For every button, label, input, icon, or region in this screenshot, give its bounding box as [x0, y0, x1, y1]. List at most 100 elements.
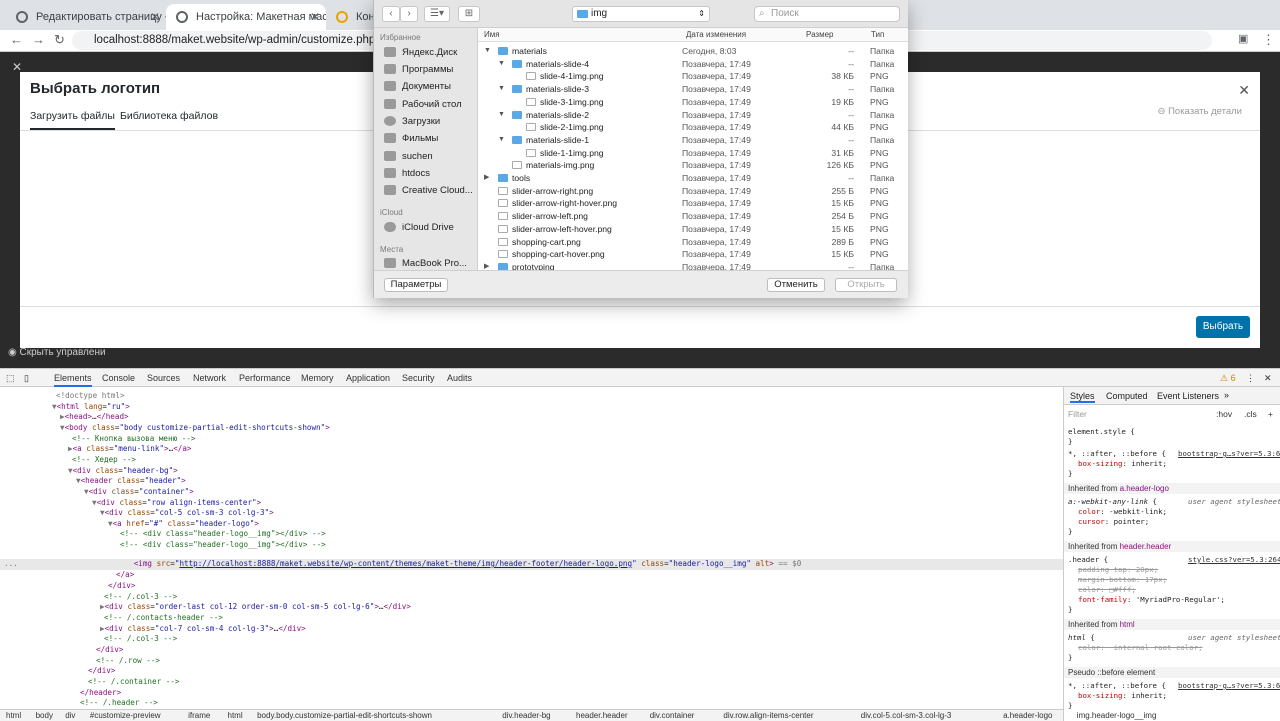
breadcrumb-item[interactable]: html	[228, 711, 243, 720]
breadcrumb-item[interactable]: #customize-preview	[90, 711, 161, 720]
sidebar-item-applications[interactable]: Программы	[384, 64, 453, 75]
file-row[interactable]: slide-2-1img.png Позавчера, 17:49 44 КБ PNG	[478, 121, 908, 134]
file-row[interactable]: shopping-cart-hover.png Позавчера, 17:49 1…	[478, 248, 908, 261]
sidebar-item-downloads[interactable]: Загрузки	[384, 116, 440, 127]
search-input[interactable]: ⌕ Поиск	[754, 6, 900, 22]
sidebar-item-htdocs[interactable]: htdocs	[384, 168, 430, 179]
tab-console[interactable]: Console	[102, 373, 135, 383]
tab-security[interactable]: Security	[402, 373, 435, 383]
style-prop[interactable]: box-sizing: inherit;	[1078, 459, 1167, 470]
breadcrumb-item[interactable]: div.header-bg	[502, 711, 550, 720]
file-row[interactable]: slider-arrow-left-hover.png Позавчера, 17…	[478, 223, 908, 236]
sidebar-item-suchen[interactable]: suchen	[384, 151, 433, 162]
tab-elements[interactable]: Elements	[54, 373, 92, 387]
tree-line[interactable]: <!-- Хедер -->	[72, 455, 136, 466]
breadcrumb-item[interactable]: header.header	[576, 711, 628, 720]
new-folder-icon[interactable]: ⊞	[458, 6, 480, 22]
tree-line[interactable]: <!-- /.header -->	[80, 698, 158, 709]
close-tab-icon[interactable]: ✕	[310, 4, 320, 30]
breadcrumb-item[interactable]: div	[65, 711, 75, 720]
menu-icon[interactable]: ⋮	[1262, 32, 1275, 48]
column-kind[interactable]: Тип	[871, 30, 884, 39]
tree-line[interactable]: ▼<header class="header">	[76, 476, 186, 487]
close-tab-icon[interactable]: ✕	[150, 4, 160, 30]
breadcrumb-item[interactable]: div.container	[650, 711, 695, 720]
tab-upload-files[interactable]: Загрузить файлы	[30, 110, 115, 130]
file-row[interactable]: slide-3-1img.png Позавчера, 17:49 19 КБ PNG	[478, 96, 908, 109]
sidebar-item-macbook[interactable]: MacBook Pro...	[384, 258, 467, 269]
style-prop[interactable]: font-family: 'MyriadPro-Regular';	[1078, 595, 1225, 606]
forward-icon[interactable]: →	[32, 32, 45, 47]
back-icon[interactable]: ‹	[382, 6, 400, 22]
disclosure-closed-icon[interactable]: ▶	[484, 172, 489, 185]
tab-performance[interactable]: Performance	[239, 373, 291, 383]
breadcrumb-item[interactable]: iframe	[188, 711, 210, 720]
tab-computed[interactable]: Computed	[1106, 391, 1148, 401]
disclosure-open-icon[interactable]: ▼	[498, 83, 505, 96]
breadcrumb-item[interactable]: body.body.customize-partial-edit-shortcu…	[257, 711, 432, 720]
close-devtools-icon[interactable]: ✕	[1264, 373, 1272, 384]
folder-row[interactable]: ▶ tools Позавчера, 17:49 -- Папка	[478, 172, 908, 185]
cancel-button[interactable]: Отменить	[767, 278, 825, 292]
tree-line[interactable]: ▼<div class="col-5 col-sm-3 col-lg-3">	[100, 508, 274, 519]
folder-row[interactable]: ▼ materials-slide-4 Позавчера, 17:49 -- Папк…	[478, 58, 908, 71]
tree-line[interactable]: <!-- /.col-3 -->	[104, 634, 177, 645]
file-row[interactable]: slider-arrow-left.png Позавчера, 17:49 254…	[478, 210, 908, 223]
tree-line[interactable]: </a>	[116, 570, 134, 581]
forward-icon[interactable]: ›	[400, 6, 418, 22]
hide-controls[interactable]: ◉ Скрыть управлени	[8, 347, 106, 358]
tree-line[interactable]: </div>	[96, 645, 123, 656]
show-details-link[interactable]: ⊖ Показать детали	[1157, 106, 1242, 117]
back-icon[interactable]: ←	[10, 32, 23, 47]
inspect-icon[interactable]: ⬚	[6, 373, 15, 384]
device-toolbar-icon[interactable]: ▯	[24, 373, 29, 384]
tree-line[interactable]: ▶<div class="order-last col-12 order-sm-…	[100, 602, 411, 613]
sidebar-item-yandex-disk[interactable]: Яндекс.Диск	[384, 47, 457, 58]
browser-tab-active[interactable]: Настройка: Макетная мастер ✕	[166, 4, 326, 30]
view-mode-icon[interactable]: ☰▾	[424, 6, 450, 22]
breadcrumb-item[interactable]: a.header-logo	[1003, 711, 1052, 720]
column-date[interactable]: Дата изменения	[686, 30, 746, 39]
more-tabs-icon[interactable]: »	[1224, 390, 1229, 400]
tab-event-listeners[interactable]: Event Listeners	[1157, 391, 1219, 401]
more-icon[interactable]: ⋮	[1246, 373, 1255, 384]
path-select[interactable]: img ⇕	[572, 6, 710, 22]
tree-line[interactable]: <!-- <div class="header-logo__img"></div…	[120, 540, 326, 551]
folder-row[interactable]: ▼ materials Сегодня, 8:03 -- Папка	[478, 45, 908, 58]
style-prop[interactable]: color: □#fff;	[1078, 585, 1136, 596]
tree-line-selected[interactable]: ... <img src="http://localhost:8888/maket…	[4, 559, 801, 570]
style-prop[interactable]: box-sizing: inherit;	[1078, 691, 1167, 702]
select-button[interactable]: Выбрать	[1196, 316, 1250, 338]
breadcrumb-item[interactable]: body	[36, 711, 53, 720]
tab-audits[interactable]: Audits	[447, 373, 472, 383]
tree-line[interactable]: ▶<a class="menu-link">…</a>	[68, 444, 191, 455]
breadcrumb-item[interactable]: div.row.align-items-center	[723, 711, 813, 720]
tree-line[interactable]: <!-- /.contacts-header -->	[104, 613, 223, 624]
file-row[interactable]: materials-img.png Позавчера, 17:49 126 КБ P…	[478, 159, 908, 172]
tree-line[interactable]: ▼<div class="container">	[84, 487, 194, 498]
breadcrumb-item[interactable]: div.col-5.col-sm-3.col-lg-3	[861, 711, 952, 720]
breadcrumb-item[interactable]: html	[6, 711, 21, 720]
tree-line[interactable]: </div>	[108, 581, 135, 592]
account-icon[interactable]: ▣	[1238, 32, 1248, 45]
browser-tab[interactable]: Конст	[326, 4, 376, 30]
tree-line[interactable]: <!-- <div class="header-logo__img"></div…	[120, 529, 326, 540]
style-prop[interactable]: padding-top: 20px;	[1078, 565, 1158, 576]
file-row[interactable]: slider-arrow-right.png Позавчера, 17:49 25…	[478, 185, 908, 198]
file-row[interactable]: shopping-cart.png Позавчера, 17:49 289 Б PN…	[478, 236, 908, 249]
disclosure-closed-icon[interactable]: ▶	[484, 261, 489, 270]
cls-toggle[interactable]: .cls	[1244, 409, 1257, 419]
tree-line[interactable]: ▶<head>…</head>	[60, 412, 129, 423]
column-name[interactable]: Имя	[484, 30, 500, 39]
disclosure-open-icon[interactable]: ▼	[484, 45, 491, 58]
folder-row[interactable]: ▶ prototyping Позавчера, 17:49 -- Папка	[478, 261, 908, 270]
reload-icon[interactable]: ↻	[54, 32, 65, 48]
sidebar-item-movies[interactable]: Фильмы	[384, 133, 438, 144]
hov-toggle[interactable]: :hov	[1216, 409, 1232, 419]
warnings-badge[interactable]: ⚠ 6	[1220, 373, 1236, 384]
sidebar-item-documents[interactable]: Документы	[384, 81, 451, 92]
folder-row[interactable]: ▼ materials-slide-3 Позавчера, 17:49 -- Папк…	[478, 83, 908, 96]
options-button[interactable]: Параметры	[384, 278, 448, 292]
sidebar-item-desktop[interactable]: Рабочий стол	[384, 99, 462, 110]
browser-tab[interactable]: Редактировать страницу ‹ Ма ✕	[6, 4, 166, 30]
